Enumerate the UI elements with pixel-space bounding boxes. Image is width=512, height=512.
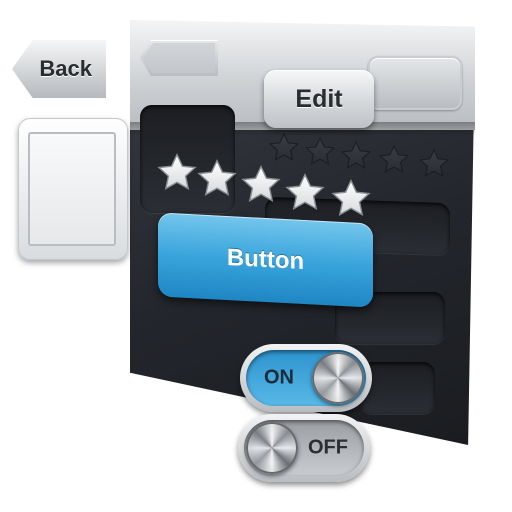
back-button[interactable]: Back <box>12 40 106 98</box>
metal-knob-icon[interactable] <box>246 422 298 474</box>
back-button-label: Back <box>39 56 92 81</box>
recessed-slot <box>360 362 435 414</box>
toggle-off-label: OFF <box>308 436 348 459</box>
star-icon[interactable] <box>418 148 450 180</box>
star-icon[interactable] <box>196 158 238 200</box>
star-icon[interactable] <box>268 132 300 164</box>
star-icon[interactable] <box>304 136 336 168</box>
star-icon[interactable] <box>156 152 198 194</box>
edit-button-label: Edit <box>295 84 343 113</box>
primary-button-label: Button <box>226 243 305 276</box>
star-icon[interactable] <box>340 140 372 172</box>
navbar-back-button[interactable] <box>140 40 218 76</box>
toggle-on-switch[interactable]: ON <box>240 344 372 412</box>
toggle-off-switch[interactable]: OFF <box>238 414 370 482</box>
toggle-on-label: ON <box>264 366 294 389</box>
star-icon[interactable] <box>284 172 326 214</box>
metal-knob-icon[interactable] <box>312 352 364 404</box>
primary-button[interactable]: Button <box>158 212 373 308</box>
blank-card[interactable] <box>18 118 128 260</box>
card-content-area <box>28 132 116 246</box>
star-icon[interactable] <box>240 164 282 206</box>
star-icon[interactable] <box>330 178 372 220</box>
star-icon[interactable] <box>378 144 410 176</box>
navbar-right-button[interactable] <box>368 56 462 110</box>
edit-button[interactable]: Edit <box>264 70 374 128</box>
